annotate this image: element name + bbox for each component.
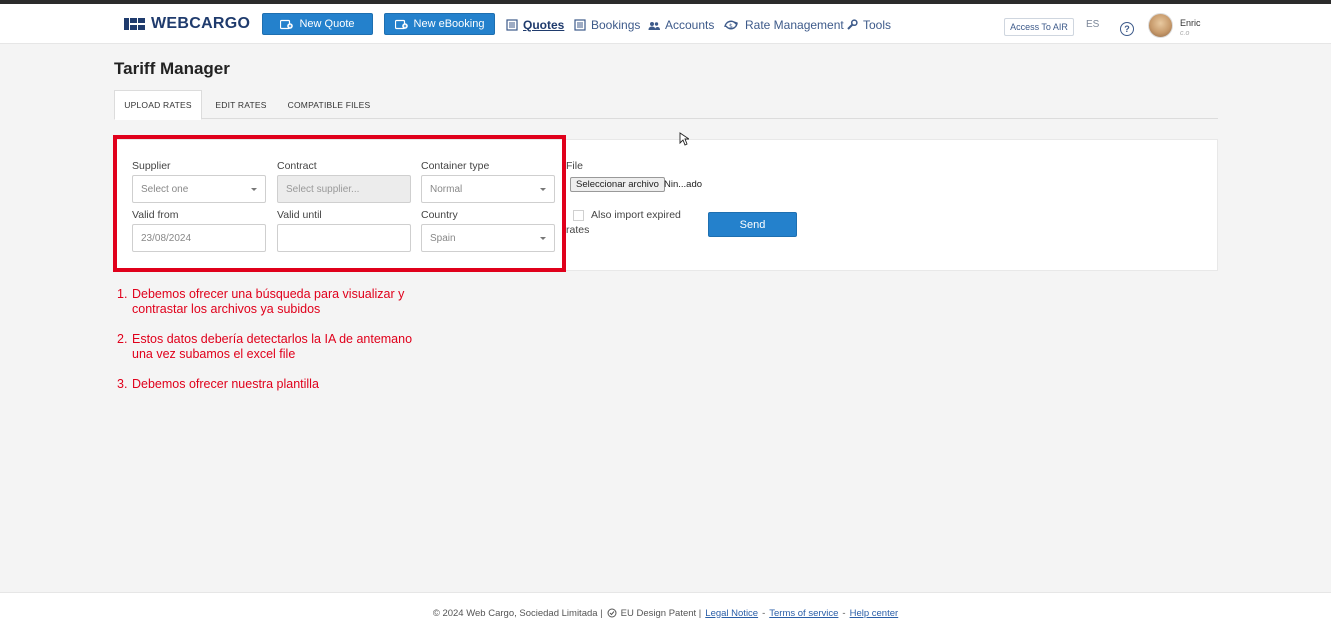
webcargo-logo[interactable]: WEBCARGO: [124, 15, 250, 33]
country-label: Country: [421, 209, 458, 221]
user-avatar[interactable]: [1148, 13, 1173, 38]
tab-edit-rates[interactable]: EDIT RATES: [208, 90, 274, 119]
country-select[interactable]: Spain: [421, 224, 555, 252]
top-navbar: WEBCARGO New Quote New eBooking Quotes B…: [0, 4, 1331, 44]
footer-copyright: © 2024 Web Cargo, Sociedad Limitada |: [432, 607, 603, 619]
annotation-note: 3. Debemos ofrecer nuestra plantilla: [117, 377, 417, 392]
note-text: Estos datos debería detectarlos la IA de…: [132, 332, 413, 361]
valid-from-input[interactable]: 23/08/2024: [132, 224, 266, 252]
terms-of-service-link[interactable]: Terms of service: [769, 608, 838, 619]
svg-text:$: $: [729, 23, 733, 30]
new-ebooking-icon: [394, 19, 408, 29]
valid-from-label: Valid from: [132, 209, 179, 221]
tab-compatible-files[interactable]: COMPATIBLE FILES: [284, 90, 374, 119]
page-footer: © 2024 Web Cargo, Sociedad Limitada | EU…: [0, 592, 1331, 633]
footer-separator: -: [842, 607, 846, 619]
note-number: 1.: [117, 287, 128, 301]
tariff-tabs: UPLOAD RATES EDIT RATES COMPATIBLE FILES: [114, 90, 1218, 120]
mouse-cursor-icon: [679, 132, 689, 146]
valid-until-label: Valid until: [277, 209, 322, 221]
user-subtitle: c.o: [1180, 30, 1190, 37]
nav-quotes-label: Quotes: [523, 18, 565, 32]
nav-tools-label: Tools: [863, 18, 892, 32]
container-type-select[interactable]: Normal: [421, 175, 555, 203]
container-type-label: Container type: [421, 160, 490, 172]
import-expired-label: Also import expired: [591, 209, 681, 221]
webcargo-logo-icon: [124, 17, 146, 31]
note-text: Debemos ofrecer una búsqueda para visual…: [132, 287, 405, 316]
choose-file-button[interactable]: Seleccionar archivo: [570, 177, 665, 192]
accounts-icon: [648, 22, 660, 30]
nav-tools[interactable]: Tools: [846, 18, 891, 32]
note-number: 2.: [117, 332, 128, 346]
nav-rate-management-label: Rate Management: [745, 18, 844, 32]
quotes-icon: [506, 19, 518, 31]
contract-placeholder: Select supplier...: [286, 183, 360, 195]
page-title: Tariff Manager: [114, 59, 230, 78]
help-center-link[interactable]: Help center: [850, 608, 899, 619]
import-expired-checkbox[interactable]: [573, 210, 584, 221]
note-text: Debemos ofrecer nuestra plantilla: [132, 377, 319, 391]
note-number: 3.: [117, 377, 128, 391]
new-quote-label: New Quote: [299, 18, 355, 30]
user-name[interactable]: Enric: [1180, 18, 1201, 28]
country-value: Spain: [430, 232, 456, 244]
legal-notice-link[interactable]: Legal Notice: [705, 608, 758, 619]
nav-accounts-label: Accounts: [665, 18, 715, 32]
footer-patent: EU Design Patent |: [620, 607, 702, 619]
annotation-note: 1. Debemos ofrecer una búsqueda para vis…: [117, 287, 417, 317]
supplier-label: Supplier: [132, 160, 171, 172]
contract-label: Contract: [277, 160, 317, 172]
file-label: File: [566, 160, 583, 172]
valid-until-input[interactable]: [277, 224, 411, 252]
supplier-value: Select one: [141, 183, 189, 195]
nav-quotes[interactable]: Quotes: [506, 18, 564, 32]
bookings-icon: [574, 19, 586, 31]
container-type-value: Normal: [430, 183, 463, 195]
new-quote-icon: [280, 19, 294, 29]
footer-separator: -: [762, 607, 766, 619]
nav-bookings-label: Bookings: [591, 18, 641, 32]
access-to-air-button[interactable]: Access To AIR: [1004, 18, 1074, 36]
nav-accounts[interactable]: Accounts: [648, 18, 714, 32]
chevron-down-icon: [540, 237, 546, 240]
import-expired-label-cont: rates: [566, 224, 590, 236]
nav-rate-management[interactable]: $ Rate Management: [722, 18, 844, 32]
language-selector[interactable]: ES: [1086, 19, 1099, 30]
rate-management-icon: $: [724, 20, 738, 30]
wrench-icon: [847, 19, 858, 30]
chevron-down-icon: [540, 188, 546, 191]
annotation-notes: 1. Debemos ofrecer una búsqueda para vis…: [117, 287, 417, 407]
help-icon[interactable]: ?: [1120, 22, 1134, 36]
contract-select[interactable]: Select supplier...: [277, 175, 411, 203]
tab-upload-rates[interactable]: UPLOAD RATES: [114, 90, 202, 120]
nav-bookings[interactable]: Bookings: [574, 18, 640, 32]
send-button[interactable]: Send: [708, 212, 797, 237]
file-status: Nin...ado: [664, 179, 703, 190]
annotation-note: 2. Estos datos debería detectarlos la IA…: [117, 332, 417, 362]
patent-icon: [607, 608, 617, 618]
chevron-down-icon: [251, 188, 257, 191]
new-ebooking-label: New eBooking: [413, 18, 485, 30]
valid-from-value: 23/08/2024: [141, 232, 192, 244]
new-quote-button[interactable]: New Quote: [262, 13, 373, 35]
brand-name: WEBCARGO: [151, 15, 251, 32]
new-ebooking-button[interactable]: New eBooking: [384, 13, 495, 35]
supplier-select[interactable]: Select one: [132, 175, 266, 203]
